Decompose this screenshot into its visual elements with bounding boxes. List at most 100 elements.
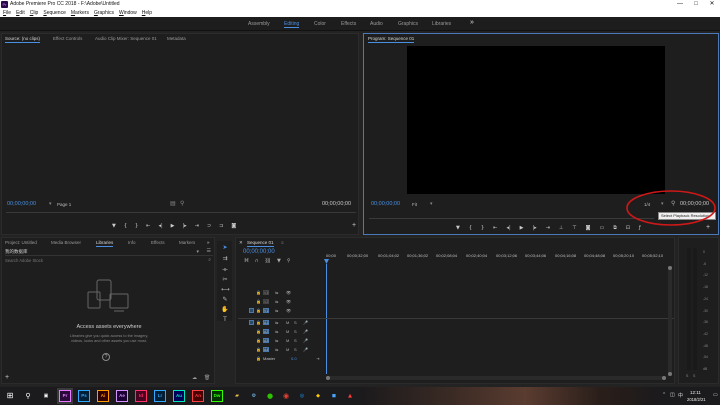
linked-selection-icon[interactable]: ⛓ (265, 258, 271, 264)
track-label[interactable]: A2 (263, 329, 269, 334)
library-view-icon[interactable]: ☰ (207, 248, 211, 254)
source-settings-icon[interactable]: ▤ (170, 200, 176, 207)
network-icon[interactable]: ◫ (670, 392, 675, 398)
mic-icon[interactable]: 🎤 (303, 320, 308, 325)
menu-file[interactable]: File (3, 10, 11, 16)
eye-icon[interactable]: 👁 (286, 290, 291, 295)
mark-out-icon[interactable]: } (135, 223, 138, 229)
mic-icon[interactable]: 🎤 (303, 347, 308, 352)
minimize-button[interactable]: — (672, 0, 688, 9)
taskbar-audition[interactable]: Au (173, 390, 185, 402)
source-dropdown-icon[interactable]: ▾ (49, 201, 52, 207)
add-library-icon[interactable]: + (5, 374, 9, 381)
fit-dropdown-icon[interactable]: ▾ (430, 201, 433, 207)
menu-graphics[interactable]: Graphics (94, 10, 114, 16)
track-label[interactable]: V3 (263, 290, 269, 295)
notification-icon[interactable]: ▭ (713, 392, 718, 398)
menu-help[interactable]: Help (142, 10, 152, 16)
workspace-audio[interactable]: Audio (370, 21, 383, 27)
track-label[interactable]: V1 (263, 308, 269, 313)
source-scrubber[interactable] (6, 212, 356, 213)
lock-icon[interactable]: 🔒 (256, 290, 261, 295)
task-view-icon[interactable]: ▣ (40, 390, 52, 402)
timeline-menu-icon[interactable]: ≡ (281, 240, 284, 245)
mark-in-icon[interactable]: { (124, 223, 127, 229)
taskbar-after-effects[interactable]: Ae (116, 390, 128, 402)
extract-icon[interactable]: ⊤ (572, 225, 576, 231)
source-timecode[interactable]: 00;00;00;00 (7, 201, 36, 207)
app-icon[interactable]: ◆ (312, 390, 324, 402)
marker-icon[interactable]: ▼ (112, 223, 116, 229)
comparison-view-icon[interactable]: ▭ (599, 225, 604, 231)
taskbar-dreamweaver[interactable]: Dw (211, 390, 223, 402)
lock-icon[interactable]: 🔒 (256, 356, 261, 361)
export-frame-icon[interactable]: ◙ (231, 223, 236, 229)
lock-icon[interactable]: 🔒 (256, 338, 261, 343)
chrome-icon[interactable]: ◉ (280, 390, 292, 402)
tab-effects[interactable]: Effects (151, 240, 165, 245)
maximize-button[interactable]: □ (688, 0, 704, 9)
program-go-to-out-icon[interactable]: ⇥ (546, 225, 550, 231)
taskbar-animate[interactable]: An (192, 390, 204, 402)
settings-icon[interactable]: ⚙ (248, 390, 260, 402)
time-ruler[interactable]: 00;00 00;00;32;00 00;01;04;02 00;01;36;0… (326, 250, 672, 264)
timeline-settings-icon[interactable]: ⚲ (287, 258, 291, 264)
timeline-timecode[interactable]: 00;00;00;00 (243, 249, 275, 255)
hand-tool-icon[interactable]: ✋ (221, 306, 229, 314)
ime-indicator[interactable]: 中 (678, 392, 683, 399)
sync-lock-icon[interactable]: ⇋ (275, 338, 278, 343)
go-to-in-icon[interactable]: ⇤ (146, 223, 150, 229)
sync-lock-icon[interactable]: ⇋ (275, 308, 278, 313)
wechat-icon[interactable]: ● (264, 390, 276, 402)
tab-media-browser[interactable]: Media Browser (51, 240, 81, 245)
source-add-button-icon[interactable]: + (352, 222, 356, 229)
browser-icon[interactable]: ◎ (296, 390, 308, 402)
solo-button[interactable]: S (294, 320, 297, 325)
tab-effect-controls[interactable]: Effect Controls (53, 36, 82, 41)
workspace-effects[interactable]: Effects (341, 21, 356, 27)
mic-icon[interactable]: 🎤 (303, 338, 308, 343)
sync-icon[interactable]: ☁ (192, 375, 197, 381)
menu-markers[interactable]: Markers (71, 10, 89, 16)
windows-start-icon[interactable]: ⊞ (4, 390, 16, 402)
track-label[interactable]: V2 (263, 299, 269, 304)
meter-solo-left[interactable]: S (686, 374, 688, 378)
mute-button[interactable]: M (286, 347, 289, 352)
sync-lock-icon[interactable]: ⇋ (275, 299, 278, 304)
solo-button[interactable]: S (294, 347, 297, 352)
step-back-icon[interactable]: ◂| (158, 223, 162, 229)
taskbar-illustrator[interactable]: Ai (97, 390, 109, 402)
sync-lock-icon[interactable]: ⇋ (275, 329, 278, 334)
search-icon[interactable]: ⌕ (208, 257, 211, 263)
taskbar-lightroom[interactable]: Lr (154, 390, 166, 402)
solo-button[interactable]: S (294, 329, 297, 334)
libraries-help-icon[interactable]: ? (102, 353, 110, 361)
snap-icon[interactable]: ∩ (255, 258, 259, 264)
program-marker-icon[interactable]: ▼ (456, 225, 460, 231)
taskbar-premiere[interactable]: Pr (59, 390, 71, 402)
track-label[interactable]: A4 (263, 347, 269, 352)
library-dropdown-icon[interactable]: ▾ (196, 249, 199, 255)
source-patch-a1[interactable] (249, 320, 254, 325)
add-marker-icon[interactable]: ▼ (277, 258, 281, 264)
timeline-close-icon[interactable]: ✕ (239, 240, 243, 246)
program-fit-select[interactable]: Fit (412, 202, 417, 207)
tab-source[interactable]: Source: (no clips) (5, 36, 41, 43)
timeline-vertical-scrollbar[interactable] (668, 266, 672, 376)
track-label[interactable]: A1 (263, 320, 269, 325)
source-page-select[interactable]: Page 1 (57, 202, 71, 207)
lock-icon[interactable]: 🔒 (256, 299, 261, 304)
menu-clip[interactable]: Clip (30, 10, 39, 16)
sync-lock-icon[interactable]: ⇋ (275, 347, 278, 352)
overwrite-icon[interactable]: ⊐ (219, 223, 223, 229)
program-step-back-icon[interactable]: ◂| (506, 225, 510, 231)
menu-sequence[interactable]: Sequence (43, 10, 66, 16)
go-to-out-icon[interactable]: ⇥ (195, 223, 199, 229)
clock-date[interactable]: 2018/2/21 (687, 397, 706, 402)
tab-markers[interactable]: Markers (179, 240, 195, 245)
app-icon[interactable]: ◼ (328, 390, 340, 402)
lock-icon[interactable]: 🔒 (256, 308, 261, 313)
pen-tool-icon[interactable]: ✎ (221, 296, 229, 304)
play-icon[interactable]: ▶ (171, 223, 175, 229)
program-timecode[interactable]: 00;00;00;00 (371, 201, 400, 207)
